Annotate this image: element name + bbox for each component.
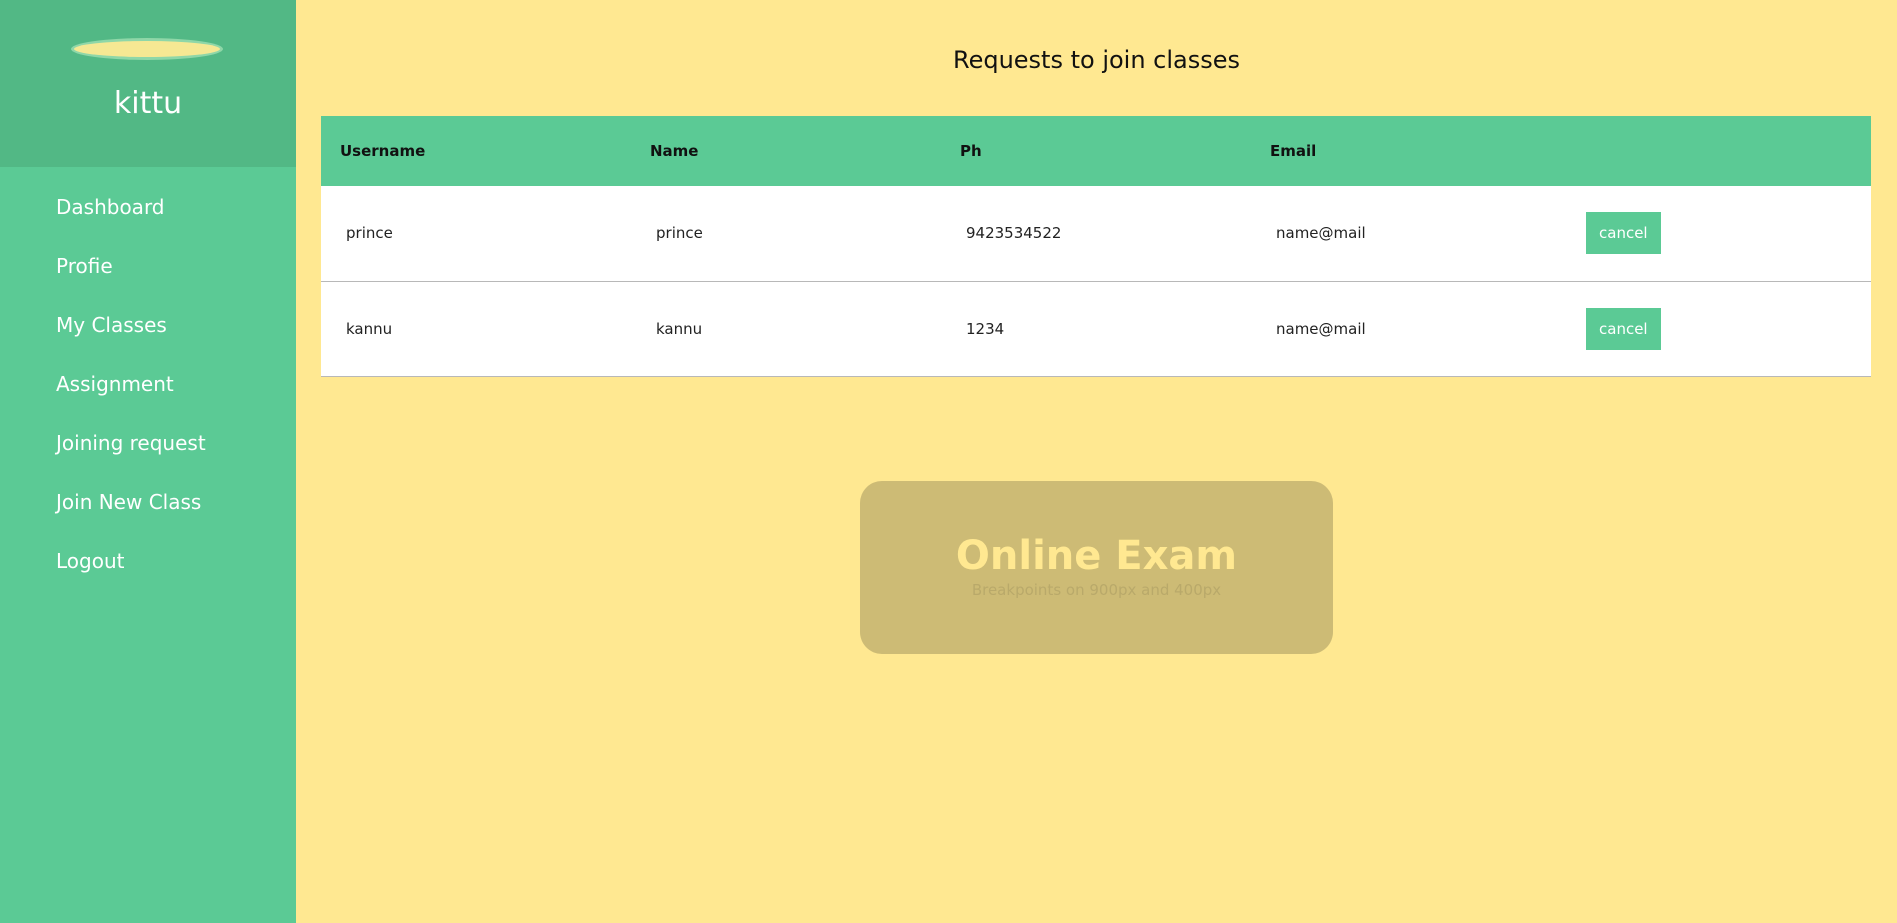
sidebar-item-my-classes[interactable]: My Classes [56,313,167,337]
cell-email: name@mail [1276,224,1366,243]
cancel-button[interactable]: cancel [1586,307,1661,350]
cell-username: kannu [346,319,393,338]
profile-section: kittu [0,0,296,167]
header-email: Email [1270,142,1317,160]
cell-name: prince [656,224,703,243]
banner-title: Online Exam [955,533,1238,579]
header-action [1561,116,1871,186]
cell-username: prince [346,224,393,243]
cell-name: kannu [656,319,703,338]
sidebar-item-logout[interactable]: Logout [56,549,124,573]
header-name: Name [650,142,699,160]
header-ph: Ph [960,142,982,160]
table-row: kannu kannu 1234 name@mail cancel [321,281,1871,376]
requests-table: Username Name Ph Email prince prince 942… [321,116,1871,377]
sidebar-item-dashboard[interactable]: Dashboard [56,195,165,219]
header-username: Username [340,142,426,160]
sidebar-item-profile[interactable]: Profie [56,254,113,278]
cancel-button[interactable]: cancel [1586,212,1661,255]
cell-ph: 1234 [966,319,1005,338]
banner-subtitle: Breakpoints on 900px and 400px [971,581,1222,599]
online-exam-banner: Online Exam Breakpoints on 900px and 400… [860,481,1333,654]
avatar[interactable] [74,41,220,57]
cell-action: cancel [1561,281,1871,376]
table-row: prince prince 9423534522 name@mail cance… [321,186,1871,281]
sidebar-item-assignment[interactable]: Assignment [56,372,174,396]
sidebar-username: kittu [113,86,183,121]
requests-table-container: Username Name Ph Email prince prince 942… [321,116,1871,377]
table-header-row: Username Name Ph Email [321,116,1871,186]
sidebar-item-join-new-class[interactable]: Join New Class [56,490,201,514]
cell-action: cancel [1561,186,1871,281]
cell-ph: 9423534522 [966,224,1062,243]
cell-email: name@mail [1276,319,1366,338]
page-title: Requests to join classes [952,46,1241,74]
sidebar-item-joining-request[interactable]: Joining request [56,431,206,455]
sidebar: kittu Dashboard Profie My Classes Assign… [0,0,296,923]
